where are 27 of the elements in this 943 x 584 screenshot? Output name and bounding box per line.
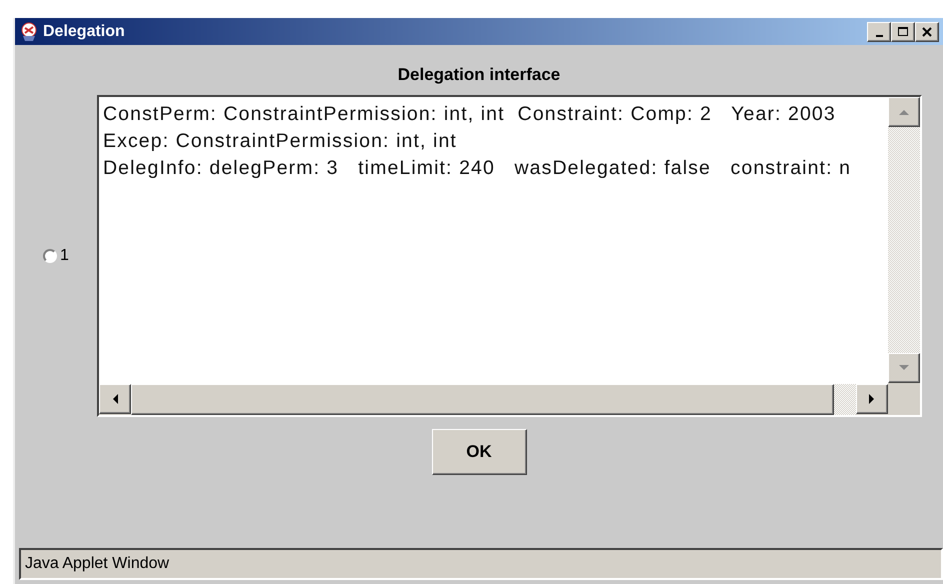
scroll-up-button[interactable] bbox=[888, 97, 920, 127]
dialog-heading: Delegation interface bbox=[398, 65, 560, 86]
radio-option[interactable]: 1 bbox=[15, 247, 97, 265]
text-area[interactable]: ConstPerm: ConstraintPermission: int, int Constraint: Comp: 2 Year: 2003 Excep: ConstraintPermission: int, int DelegInfo: delegPerm: 3 timeLimit: 240 wasDelegated: false constraint: n bbox=[97, 95, 922, 417]
text-line: Excep: ConstraintPermission: int, int bbox=[103, 129, 457, 154]
ok-button[interactable]: OK bbox=[432, 429, 526, 475]
vertical-scrollbar[interactable] bbox=[888, 97, 920, 383]
status-bar: Java Applet Window bbox=[19, 548, 943, 580]
down-arrow-icon bbox=[899, 365, 909, 371]
text-line: DelegInfo: delegPerm: 3 timeLimit: 240 wasDelegated: false constraint: n bbox=[103, 156, 852, 181]
scroll-left-button[interactable] bbox=[99, 384, 131, 414]
scrollbar-corner bbox=[888, 383, 920, 415]
scroll-track[interactable] bbox=[834, 384, 856, 415]
maximize-button[interactable] bbox=[891, 22, 915, 42]
right-arrow-icon bbox=[869, 394, 875, 404]
text-line: ConstPerm: ConstraintPermission: int, int Constraint: Comp: 2 Year: 2003 bbox=[103, 102, 836, 127]
scroll-down-button[interactable] bbox=[888, 353, 920, 383]
minimize-button[interactable] bbox=[867, 22, 891, 42]
close-button[interactable] bbox=[915, 22, 939, 42]
scroll-right-button[interactable] bbox=[856, 384, 888, 414]
window-title: Delegation bbox=[43, 22, 126, 40]
app-icon bbox=[19, 22, 39, 42]
left-arrow-icon bbox=[112, 394, 118, 404]
minimize-icon bbox=[876, 34, 882, 36]
close-icon bbox=[922, 26, 932, 36]
maximize-icon bbox=[898, 26, 908, 36]
up-arrow-icon bbox=[899, 109, 909, 115]
